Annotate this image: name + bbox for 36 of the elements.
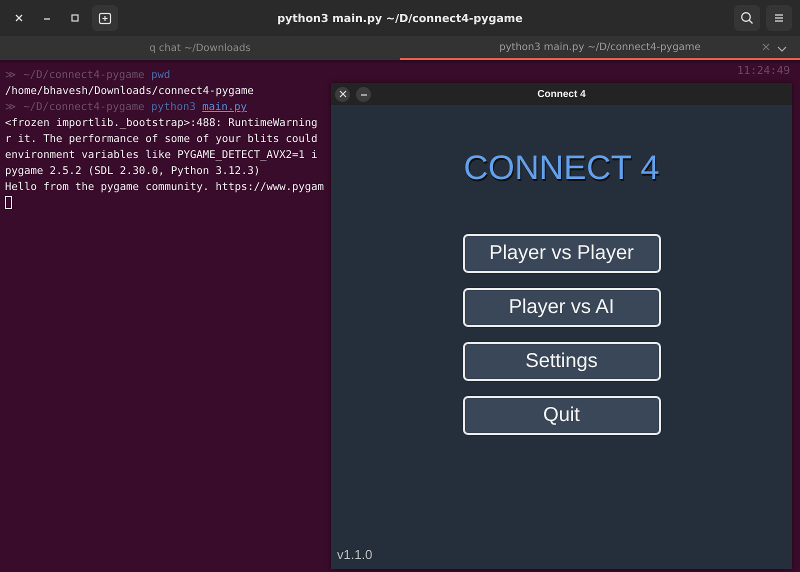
clock-text: 11:24:49 (737, 64, 790, 77)
close-icon (338, 90, 346, 98)
menu-button[interactable]: Player vs AI (462, 288, 660, 327)
prompt-text: ≫ ~/D/connect4-pygame (5, 69, 145, 81)
close-icon (14, 13, 24, 23)
menu-icon (773, 12, 785, 24)
terminal-tab[interactable]: python3 main.py ~/D/connect4-pygame (400, 36, 800, 60)
chevron-down-icon[interactable] (776, 45, 788, 53)
minimize-button[interactable] (356, 86, 371, 102)
terminal-tab[interactable]: q chat ~/Downloads (0, 36, 400, 60)
close-icon[interactable] (762, 43, 770, 51)
maximize-icon (70, 13, 80, 23)
menu-button[interactable] (766, 5, 792, 31)
game-window-title: Connect 4 (537, 88, 586, 100)
output-text: pygame 2.5.2 (SDL 2.30.0, Python 3.12.3) (5, 165, 260, 177)
output-text: r it. The performance of some of your blits could (5, 133, 318, 145)
new-tab-icon (98, 11, 112, 25)
prompt-text: ≫ ~/D/connect4-pygame (5, 101, 145, 113)
search-button[interactable] (734, 5, 760, 31)
window-title: python3 main.py ~/D/connect4-pygame (277, 12, 523, 24)
output-text: Hello from the pygame community. https://www.pygam (5, 181, 324, 193)
output-text: environment variables like PYGAME_DETECT_AVX2=1 i (5, 149, 318, 161)
version-text: v1.1.0 (337, 547, 372, 562)
command-text: pwd (151, 69, 170, 81)
argument-link[interactable]: main.py (202, 101, 247, 113)
output-text: /home/bhavesh/Downloads/connect4-pygame (5, 85, 254, 97)
command-text: python3 (151, 101, 196, 113)
menu-button[interactable]: Quit (462, 396, 660, 435)
search-icon (740, 11, 754, 25)
menu-button[interactable]: Player vs Player (462, 234, 660, 273)
menu-button[interactable]: Settings (462, 342, 660, 381)
game-title: CONNECT 4 (464, 149, 660, 188)
new-tab-button[interactable] (92, 5, 118, 31)
text-cursor (5, 196, 12, 209)
close-button[interactable] (335, 86, 350, 102)
output-text: <frozen importlib._bootstrap>:488: RuntimeWarning (5, 117, 318, 129)
